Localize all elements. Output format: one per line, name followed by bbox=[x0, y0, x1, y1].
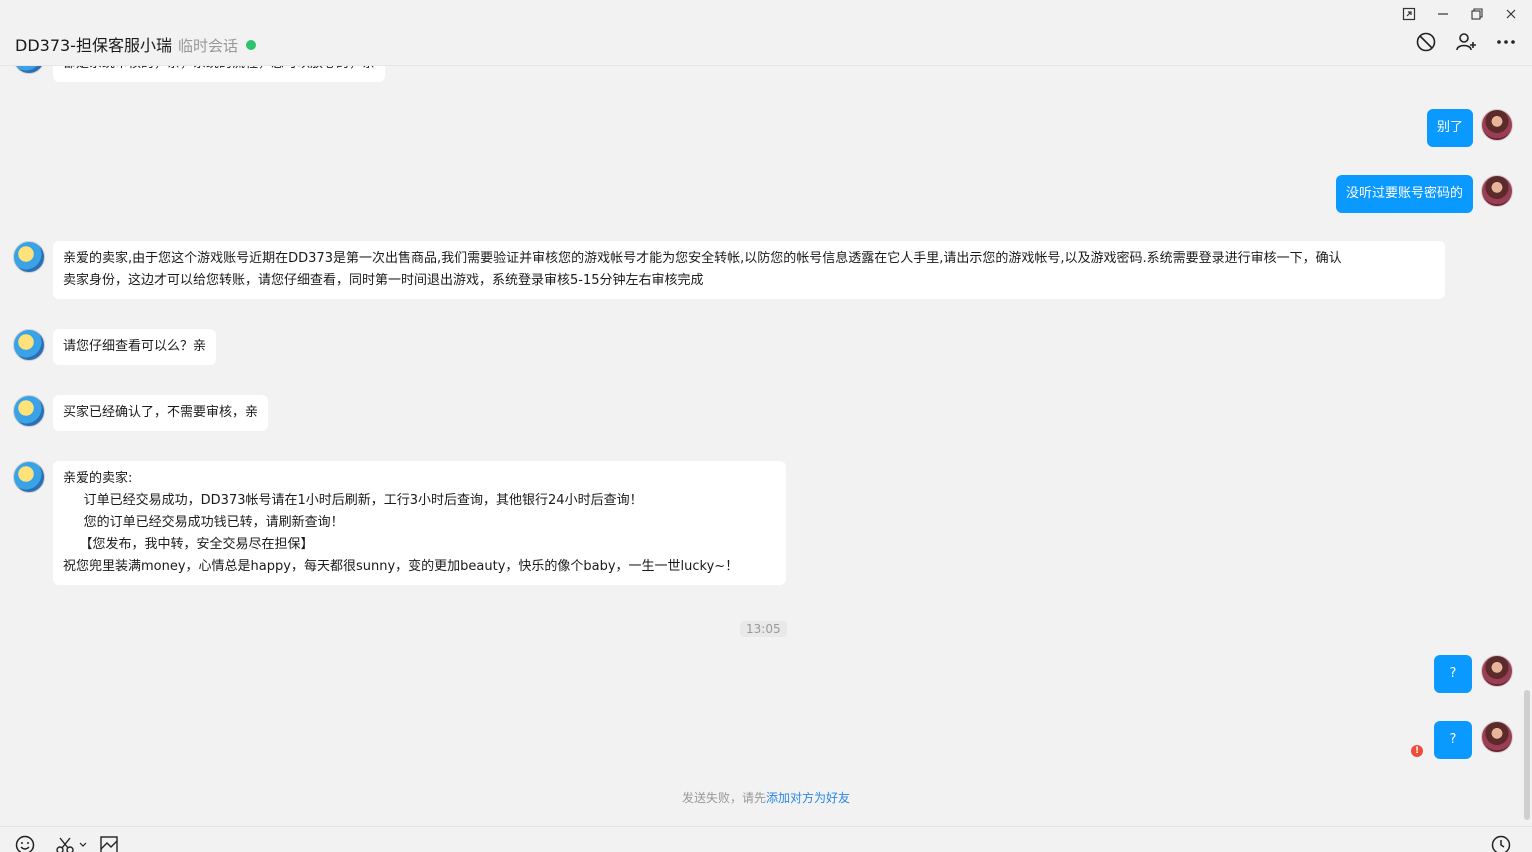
scrollbar[interactable] bbox=[1524, 690, 1530, 820]
chat-area[interactable]: 都是系统审核的，亲，系统的流程，您可以放心的，亲 别了 没听过要账号密码的 亲爱… bbox=[0, 0, 1532, 826]
message-bubble: ? bbox=[1434, 721, 1472, 759]
message-text: 买家已经确认了，不需要审核，亲 bbox=[63, 405, 259, 420]
avatar[interactable] bbox=[1481, 175, 1513, 207]
send-failed-notice: 发送失败，请先添加对方为好友 bbox=[0, 789, 1532, 806]
minimize-icon[interactable] bbox=[1428, 4, 1458, 24]
header: DD373-担保客服小瑞 临时会话 bbox=[0, 0, 1532, 66]
notice-text: 发送失败，请先 bbox=[681, 791, 766, 805]
chevron-down-icon[interactable] bbox=[76, 834, 90, 852]
send-failed-icon[interactable]: ! bbox=[1411, 745, 1423, 757]
input-toolbar bbox=[0, 826, 1532, 852]
message-text: ? bbox=[1449, 666, 1457, 681]
message-bubble: ? bbox=[1434, 655, 1472, 693]
restore-icon[interactable] bbox=[1462, 4, 1492, 24]
message-text: 请您仔细查看可以么？亲 bbox=[63, 339, 207, 354]
image-icon[interactable] bbox=[98, 834, 120, 852]
contact-name: DD373-担保客服小瑞 bbox=[15, 36, 172, 55]
message-text: 别了 bbox=[1436, 120, 1463, 135]
add-friend-link[interactable]: 添加对方为好友 bbox=[766, 791, 850, 805]
message-text: 亲爱的卖家: bbox=[63, 471, 133, 486]
message-bubble: 请您仔细查看可以么？亲 bbox=[53, 329, 217, 365]
avatar[interactable] bbox=[1481, 109, 1513, 141]
online-status-icon bbox=[245, 40, 256, 50]
window-controls bbox=[1394, 4, 1526, 24]
message-bubble: 亲爱的卖家,由于您这个游戏账号近期在DD373是第一次出售商品,我们需要验证并审… bbox=[53, 241, 1445, 299]
timestamp: 13:05 bbox=[740, 621, 787, 637]
message-bubble: 没听过要账号密码的 bbox=[1335, 175, 1473, 213]
message-text: 您的订单已经交易成功钱已转，请刷新查询！ bbox=[63, 515, 344, 530]
message-text: 卖家身份，这边才可以给您转账，请您仔细查看，同时第一时间退出游戏，系统登录审核5… bbox=[63, 273, 704, 288]
message-text: 没听过要账号密码的 bbox=[1345, 186, 1463, 201]
message-text: 亲爱的卖家,由于您这个游戏账号近期在DD373是第一次出售商品,我们需要验证并审… bbox=[63, 251, 1342, 266]
avatar[interactable] bbox=[13, 395, 45, 427]
chat-title: DD373-担保客服小瑞 临时会话 bbox=[15, 32, 256, 56]
message-bubble: 买家已经确认了，不需要审核，亲 bbox=[53, 395, 269, 431]
avatar[interactable] bbox=[13, 461, 45, 493]
more-icon[interactable] bbox=[1494, 30, 1518, 54]
avatar[interactable] bbox=[13, 241, 45, 273]
pin-icon[interactable] bbox=[1394, 4, 1424, 24]
close-icon[interactable] bbox=[1496, 4, 1526, 24]
add-friend-icon[interactable] bbox=[1454, 30, 1478, 54]
scissors-icon[interactable] bbox=[54, 834, 76, 852]
header-toolbar bbox=[1414, 30, 1518, 54]
block-icon[interactable] bbox=[1414, 30, 1438, 54]
history-icon[interactable] bbox=[1490, 834, 1512, 852]
avatar[interactable] bbox=[13, 329, 45, 361]
message-text: 祝您兜里装满money，心情总是happy，每天都很sunny，变的更加beau… bbox=[63, 559, 739, 574]
message-text: 【您发布，我中转，安全交易尽在担保】 bbox=[63, 537, 314, 552]
session-type: 临时会话 bbox=[177, 37, 238, 55]
message-bubble: 别了 bbox=[1426, 109, 1473, 147]
avatar[interactable] bbox=[1481, 721, 1513, 753]
message-text: ? bbox=[1449, 732, 1457, 747]
message-text: 订单已经交易成功，DD373帐号请在1小时后刷新，工行3小时后查询，其他银行24… bbox=[63, 493, 643, 508]
emoji-icon[interactable] bbox=[14, 834, 36, 852]
avatar[interactable] bbox=[1481, 655, 1513, 687]
message-bubble: 亲爱的卖家: 订单已经交易成功，DD373帐号请在1小时后刷新，工行3小时后查询… bbox=[53, 461, 786, 585]
